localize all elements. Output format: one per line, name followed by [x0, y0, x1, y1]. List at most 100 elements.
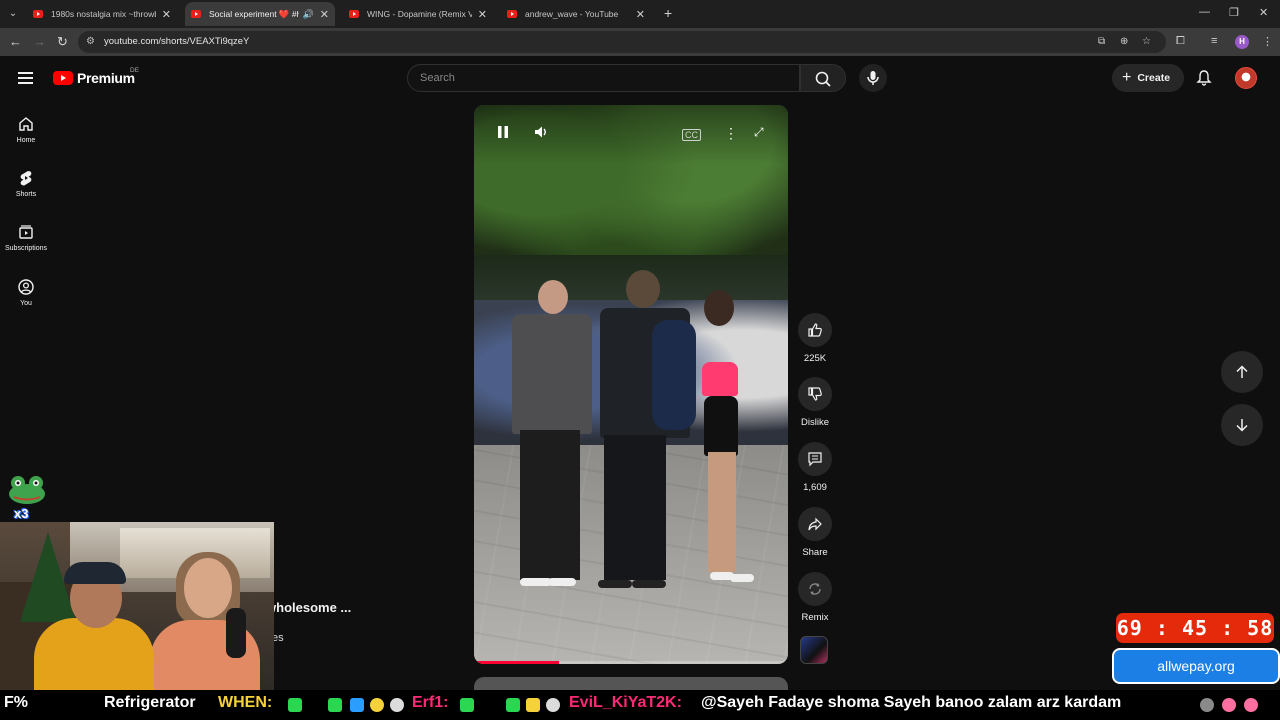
- captions-icon[interactable]: CC: [682, 129, 701, 141]
- share-button[interactable]: Share: [797, 507, 833, 558]
- browser-tab-active[interactable]: Social experiment ❤️ #hum 🔊 ✕: [185, 2, 335, 26]
- remix-icon: [809, 583, 821, 595]
- reading-list-icon[interactable]: ≡: [1211, 35, 1217, 47]
- back-arrow-icon[interactable]: ←: [9, 34, 22, 50]
- tab-title: andrew_wave - YouTube: [525, 9, 619, 19]
- ticker-username: Erf1:: [412, 694, 449, 711]
- youtube-masthead: Premium DE Search + Create: [0, 56, 1280, 102]
- shorts-video-player[interactable]: CC ⋮ ⤢: [474, 105, 788, 664]
- extensions-icon[interactable]: ⧠: [1176, 35, 1185, 48]
- youtube-premium-logo[interactable]: Premium: [53, 70, 135, 86]
- tab-audio-icon[interactable]: 🔊: [303, 9, 314, 20]
- region-code: DE: [130, 67, 140, 74]
- tab-close-icon[interactable]: ✕: [162, 8, 171, 21]
- minimize-icon[interactable]: —: [1199, 6, 1210, 18]
- share-arrow-icon: [808, 517, 822, 531]
- video-progress-bar[interactable]: [474, 661, 788, 664]
- remix-label: Remix: [801, 612, 829, 623]
- chat-ticker: F% Refrigerator WHEN: Erf1: EviL_KiYaT2K…: [0, 690, 1280, 720]
- emote-icon: [390, 698, 404, 712]
- search-input[interactable]: Search: [407, 64, 800, 92]
- create-label: Create: [1137, 72, 1171, 84]
- address-url[interactable]: youtube.com/shorts/VEAXTi9qzeY: [104, 36, 249, 47]
- browser-tab[interactable]: WING - Dopamine (Remix VER. ✕: [343, 2, 493, 26]
- fullscreen-icon[interactable]: ⤢: [754, 125, 764, 140]
- microphone-icon: [867, 71, 879, 85]
- previous-short-button[interactable]: [1221, 351, 1263, 393]
- youtube-favicon-icon: [33, 10, 43, 18]
- browser-menu-icon[interactable]: ⋮: [1262, 35, 1273, 48]
- share-label: Share: [802, 547, 828, 558]
- emote-icon: [506, 698, 520, 712]
- site-info-icon[interactable]: ⚙: [86, 36, 98, 48]
- frog-emote-icon: [9, 476, 45, 504]
- emote-multiplier: x3: [14, 506, 29, 521]
- emote-icon: [328, 698, 342, 712]
- address-bar[interactable]: ⚙ youtube.com/shorts/VEAXTi9qzeY ⧉ ⊕ ☆: [78, 31, 1166, 53]
- window-close-icon[interactable]: ✕: [1259, 6, 1268, 19]
- comment-count: 1,609: [803, 482, 827, 493]
- dislike-label: Dislike: [801, 417, 829, 428]
- emote-icon: [350, 698, 364, 712]
- remix-button[interactable]: Remix: [797, 572, 833, 623]
- reload-icon[interactable]: ↻: [57, 34, 68, 50]
- like-button[interactable]: 225K: [797, 313, 833, 364]
- voice-search-button[interactable]: [859, 64, 887, 92]
- emote-icon: [1200, 698, 1214, 712]
- logo-text: Premium: [77, 70, 135, 86]
- emote-icon: [526, 698, 540, 712]
- comments-button[interactable]: 1,609: [797, 442, 833, 493]
- you-icon: [18, 279, 34, 295]
- guide-item-shorts[interactable]: Shorts: [0, 169, 52, 198]
- thumbs-down-icon: [808, 387, 822, 401]
- guide-item-subscriptions[interactable]: Subscriptions: [0, 223, 52, 252]
- restore-icon[interactable]: ❐: [1229, 6, 1239, 19]
- arrow-up-icon: [1236, 365, 1248, 378]
- pause-icon[interactable]: [496, 125, 510, 142]
- shorts-icon: [20, 171, 32, 186]
- video-progress-fill: [474, 661, 559, 664]
- emote-icon: [460, 698, 474, 712]
- tab-close-icon[interactable]: ✕: [320, 8, 329, 21]
- tab-close-icon[interactable]: ✕: [636, 8, 645, 21]
- search-button[interactable]: [800, 64, 846, 92]
- new-tab-plus-icon[interactable]: +: [664, 5, 672, 21]
- guide-item-you[interactable]: You: [0, 278, 52, 307]
- tab-search-icon[interactable]: ⌄: [5, 6, 21, 22]
- guide-label: You: [20, 300, 32, 307]
- ticker-username: WHEN:: [218, 694, 273, 711]
- thumbs-up-icon: [808, 323, 822, 337]
- sound-thumbnail[interactable]: [800, 636, 828, 664]
- browser-tab[interactable]: andrew_wave - YouTube ✕: [501, 2, 651, 26]
- ticker-username: EviL_KiYaT2K:: [569, 694, 682, 711]
- tab-title: Social experiment ❤️ #hum: [209, 8, 299, 19]
- browser-tab[interactable]: 1980s nostalgia mix ~throwbac ✕: [27, 2, 177, 26]
- next-short-button[interactable]: [1221, 404, 1263, 446]
- zoom-icon[interactable]: ⊕: [1120, 36, 1128, 47]
- guide-label: Subscriptions: [4, 245, 48, 252]
- create-button[interactable]: + Create: [1112, 64, 1184, 92]
- subathon-timer: 69 : 45 : 58: [1116, 613, 1274, 643]
- notifications-bell-icon[interactable]: [1195, 69, 1213, 92]
- dislike-button[interactable]: Dislike: [797, 377, 833, 428]
- forward-arrow-icon[interactable]: →: [33, 34, 46, 50]
- browser-tab-strip: ⌄ 1980s nostalgia mix ~throwbac ✕ Social…: [0, 0, 1280, 28]
- home-icon: [19, 117, 33, 131]
- youtube-favicon-icon: [507, 10, 517, 18]
- more-options-icon[interactable]: ⋮: [724, 125, 738, 142]
- account-avatar[interactable]: [1235, 67, 1257, 89]
- guide-menu-icon[interactable]: [18, 72, 33, 84]
- install-app-icon[interactable]: ⧉: [1098, 36, 1105, 47]
- comment-icon: [808, 452, 822, 467]
- browser-profile-avatar[interactable]: H: [1235, 35, 1249, 49]
- bookmark-star-icon[interactable]: ☆: [1142, 36, 1151, 47]
- tab-close-icon[interactable]: ✕: [478, 8, 487, 21]
- sponsor-banner: allwepay.org: [1112, 648, 1280, 684]
- ticker-message: @Sayeh Fadaye shoma Sayeh banoo zalam ar…: [701, 694, 1122, 711]
- emote-icon: [546, 698, 560, 712]
- subscriptions-icon: [19, 225, 33, 239]
- emote-icon: [1244, 698, 1258, 712]
- guide-item-home[interactable]: Home: [0, 115, 52, 144]
- volume-icon[interactable]: [534, 125, 550, 142]
- youtube-favicon-icon: [349, 10, 359, 18]
